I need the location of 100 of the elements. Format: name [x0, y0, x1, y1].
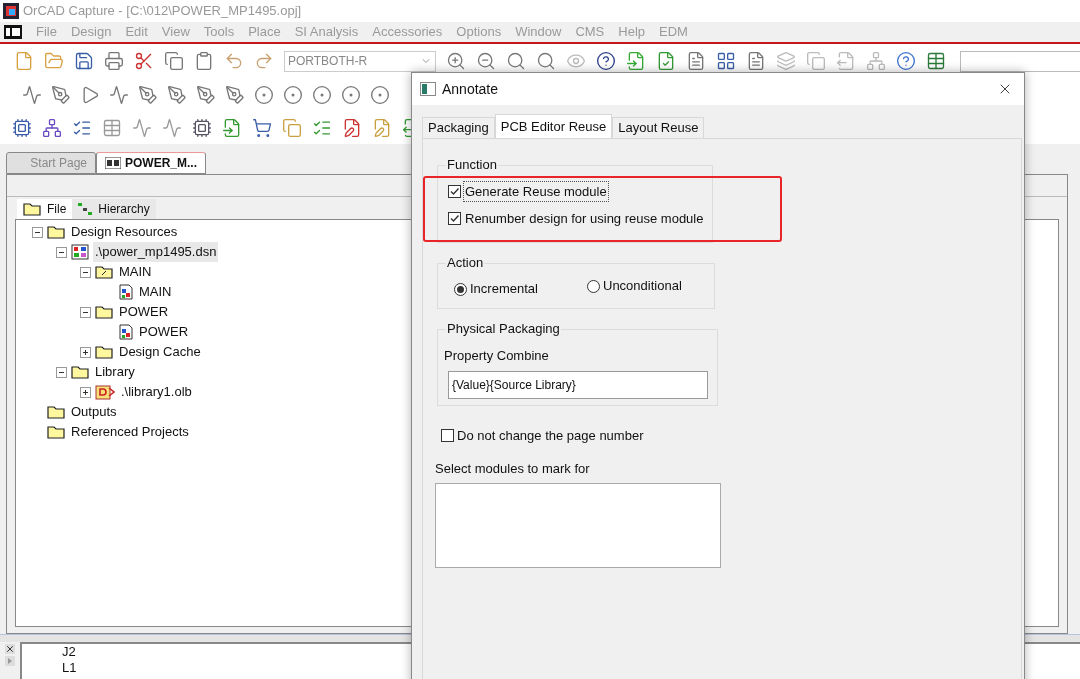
- edit-document-icon[interactable]: [372, 118, 392, 138]
- log-line: L1: [62, 660, 78, 676]
- new-file-icon[interactable]: [14, 51, 34, 71]
- tree-item[interactable]: Library: [93, 362, 137, 382]
- modules-list-box[interactable]: [435, 482, 721, 568]
- expand-icon[interactable]: [80, 346, 91, 358]
- grid-icon[interactable]: [102, 118, 122, 138]
- import-icon[interactable]: [222, 118, 242, 138]
- folder-open-icon[interactable]: [44, 51, 64, 71]
- checkmark-icon: [449, 186, 460, 197]
- cut-icon[interactable]: [134, 51, 154, 71]
- pen-icon[interactable]: [51, 85, 71, 105]
- help-icon[interactable]: [896, 51, 916, 71]
- list-label: Select modules to mark for: [435, 460, 591, 477]
- dialog-tab[interactable]: Layout Reuse: [612, 117, 705, 138]
- save-icon[interactable]: [74, 51, 94, 71]
- help-question-icon[interactable]: [596, 51, 616, 71]
- page-icon[interactable]: [746, 51, 766, 71]
- view-tab[interactable]: Hierarchy: [72, 199, 156, 219]
- folder-icon: [71, 365, 89, 379]
- schedule-check-icon[interactable]: [312, 118, 332, 138]
- dialog-tab[interactable]: Packaging: [422, 117, 495, 138]
- library-icon: [95, 384, 115, 400]
- table-icon[interactable]: [926, 51, 946, 71]
- folder-icon: [47, 425, 65, 439]
- schematic-page-icon: [119, 284, 133, 300]
- voltage-circle-icon[interactable]: [254, 85, 274, 105]
- folder-icon: [47, 405, 65, 419]
- probe-icon[interactable]: [109, 85, 129, 105]
- document-tab[interactable]: POWER_M...: [96, 152, 206, 174]
- document-arrows-icon[interactable]: [626, 51, 646, 71]
- zoom-out-icon[interactable]: [476, 51, 496, 71]
- dialog-tab[interactable]: PCB Editor Reuse: [494, 114, 613, 138]
- collapse-icon[interactable]: [80, 266, 91, 278]
- document-check-icon[interactable]: [656, 51, 676, 71]
- view-tab[interactable]: File: [17, 199, 73, 219]
- duplicate-icon[interactable]: [282, 118, 302, 138]
- tree-item[interactable]: Design Cache: [117, 342, 203, 362]
- close-icon[interactable]: [5, 644, 15, 654]
- toolbar-combo[interactable]: [960, 50, 1080, 72]
- zoom-all-icon[interactable]: [536, 51, 556, 71]
- checkbox-label[interactable]: Do not change the page number: [457, 426, 644, 446]
- checklist-icon[interactable]: [72, 118, 92, 138]
- checkbox-label[interactable]: Renumber design for using reuse module: [463, 207, 706, 230]
- document-export-icon[interactable]: [836, 51, 856, 71]
- tree-item[interactable]: .\library1.olb: [119, 382, 194, 402]
- chip-icon[interactable]: [192, 118, 212, 138]
- zoom-in-icon[interactable]: [446, 51, 466, 71]
- checkbox[interactable]: [441, 429, 454, 443]
- board-icon[interactable]: [12, 118, 32, 138]
- marker-icon[interactable]: [138, 85, 158, 105]
- marker-power-icon[interactable]: [225, 85, 245, 105]
- document-icon[interactable]: [686, 51, 706, 71]
- current-probe-icon[interactable]: [341, 85, 361, 105]
- marker-plus-icon[interactable]: [167, 85, 187, 105]
- tree-item[interactable]: Design Resources: [69, 222, 180, 242]
- collapse-icon[interactable]: [80, 306, 91, 318]
- checkbox[interactable]: [448, 212, 461, 225]
- pin-icon[interactable]: [162, 118, 182, 138]
- document-menu-icon[interactable]: [4, 25, 22, 39]
- pages-icon[interactable]: [806, 51, 826, 71]
- log-line: J2: [62, 644, 77, 660]
- hierarchy-icon: [78, 203, 93, 215]
- checkbox[interactable]: [448, 185, 461, 198]
- tree-item[interactable]: POWER: [117, 302, 171, 322]
- paste-icon[interactable]: [194, 51, 214, 71]
- property-combine-field[interactable]: {Value}{Source Library}: [448, 371, 708, 399]
- redo-icon[interactable]: [254, 51, 274, 71]
- part-combo[interactable]: PORTBOTH-R: [284, 50, 436, 72]
- waveform-icon[interactable]: [22, 85, 42, 105]
- expand-icon[interactable]: [80, 386, 91, 398]
- window-title: OrCAD Capture - [C:\012\POWER_MP1495.opj]: [23, 2, 302, 21]
- radio-button[interactable]: [587, 279, 600, 293]
- radio-label[interactable]: Incremental: [470, 279, 538, 299]
- current-circle-icon[interactable]: [312, 85, 332, 105]
- dialog-title: Annotate: [442, 79, 499, 99]
- tree-item[interactable]: Referenced Projects: [69, 422, 191, 442]
- collapse-icon[interactable]: [32, 226, 43, 238]
- power-circle-icon[interactable]: [370, 85, 390, 105]
- tree-item[interactable]: POWER: [137, 322, 191, 342]
- tree-item[interactable]: Outputs: [69, 402, 119, 422]
- collapse-icon[interactable]: [56, 246, 67, 258]
- connector-icon[interactable]: [132, 118, 152, 138]
- tree-item[interactable]: MAIN: [117, 262, 154, 282]
- voltage-probe-icon[interactable]: [283, 85, 303, 105]
- node-grid-icon[interactable]: [42, 118, 62, 138]
- grid-blocks-icon[interactable]: [716, 51, 736, 71]
- undo-icon[interactable]: [224, 51, 244, 71]
- cart-remove-icon[interactable]: [252, 118, 272, 138]
- tree-item[interactable]: MAIN: [137, 282, 174, 302]
- edit-board-icon[interactable]: [342, 118, 362, 138]
- copy-icon[interactable]: [164, 51, 184, 71]
- zoom-area-icon[interactable]: [506, 51, 526, 71]
- print-icon[interactable]: [104, 51, 124, 71]
- radio-label[interactable]: Unconditional: [603, 276, 682, 296]
- checkbox-label[interactable]: Generate Reuse module: [463, 180, 609, 203]
- tree-item[interactable]: .\power_mp1495.dsn: [93, 242, 219, 262]
- marker-current-icon[interactable]: [196, 85, 216, 105]
- radio-button[interactable]: [454, 282, 467, 296]
- collapse-icon[interactable]: [56, 366, 67, 378]
